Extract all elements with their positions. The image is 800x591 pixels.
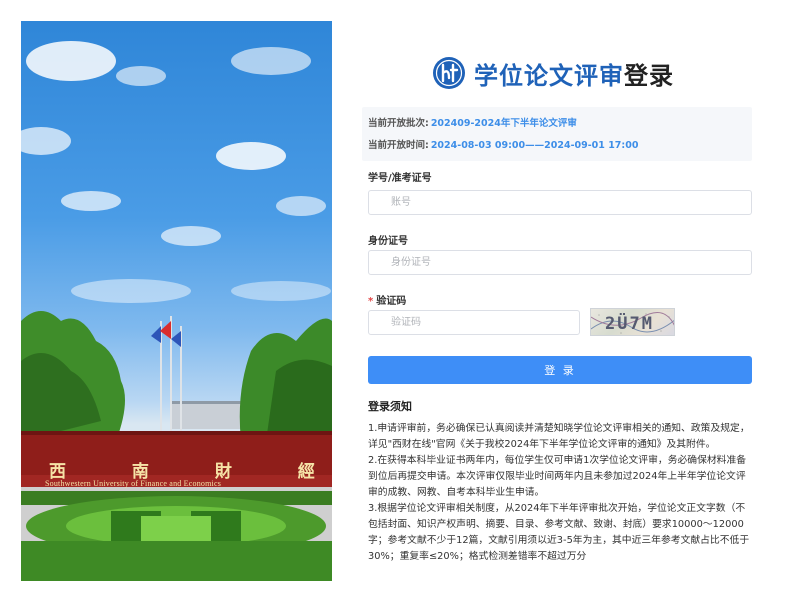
captcha-noise: 2Ü7M <box>591 312 674 334</box>
current-batch-value: 202409-2024年下半年论文评审 <box>430 118 577 129</box>
page-title-suffix: 登录 <box>624 61 674 90</box>
captcha-image[interactable]: 2Ü7M <box>590 308 675 336</box>
current-time-row: 当前开放时间: 2024-08-03 09:00——2024-09-01 17:0… <box>368 137 638 151</box>
captcha-text: 2Ü7M <box>605 312 654 334</box>
login-button[interactable]: 登 录 <box>368 356 752 384</box>
id-card-label: 身份证号 <box>368 236 408 247</box>
current-time-value: 2024-08-03 09:00——2024-09-01 17:00 <box>430 140 639 151</box>
campus-photo: 西 南 財 經 大 學 Southwestern University of F… <box>21 21 332 581</box>
captcha-label: 验证码 <box>376 296 407 307</box>
current-batch-label: 当前开放批次: <box>368 118 429 129</box>
notice-title: 登录须知 <box>368 400 412 413</box>
notice-item: 2.在获得本科毕业证书两年内，每位学生仅可申请1次学位论文评审，务必确保材料准备… <box>368 455 747 498</box>
school-name-en: Southwestern University of Finance and E… <box>45 479 222 488</box>
page-header: 学位论文评审 登录 <box>432 55 674 91</box>
batch-info: 当前开放批次: 202409-2024年下半年论文评审 当前开放时间: 2024-0… <box>362 107 752 161</box>
captcha-input[interactable] <box>368 310 580 335</box>
page-title: 学位论文评审 <box>474 61 624 90</box>
required-mark: * <box>368 296 374 307</box>
campus-scene <box>21 41 332 581</box>
university-emblem-icon <box>433 57 465 89</box>
notice-content: 1.申请评审前，务必确保已认真阅读并清楚知晓学位论文评审相关的通知、政策及规定，… <box>368 421 753 591</box>
current-batch-row: 当前开放批次: 202409-2024年下半年论文评审 <box>368 115 577 129</box>
id-card-input[interactable] <box>368 250 752 275</box>
notice-item: 1.申请评审前，务必确保已认真阅读并清楚知晓学位论文评审相关的通知、政策及规定，… <box>368 423 750 450</box>
student-id-label: 学号/准考证号 <box>368 173 432 184</box>
notice-item: 3.根据学位论文评审相关制度，从2024年下半年评审批次开始，学位论文正文字数（… <box>368 503 750 562</box>
captcha-label-row: * 验证码 <box>368 292 406 307</box>
current-time-label: 当前开放时间: <box>368 140 429 151</box>
student-id-input[interactable] <box>368 190 752 215</box>
login-panel: 学位论文评审 登录 当前开放批次: 202409-2024年下半年论文评审 当前开放… <box>332 21 787 591</box>
